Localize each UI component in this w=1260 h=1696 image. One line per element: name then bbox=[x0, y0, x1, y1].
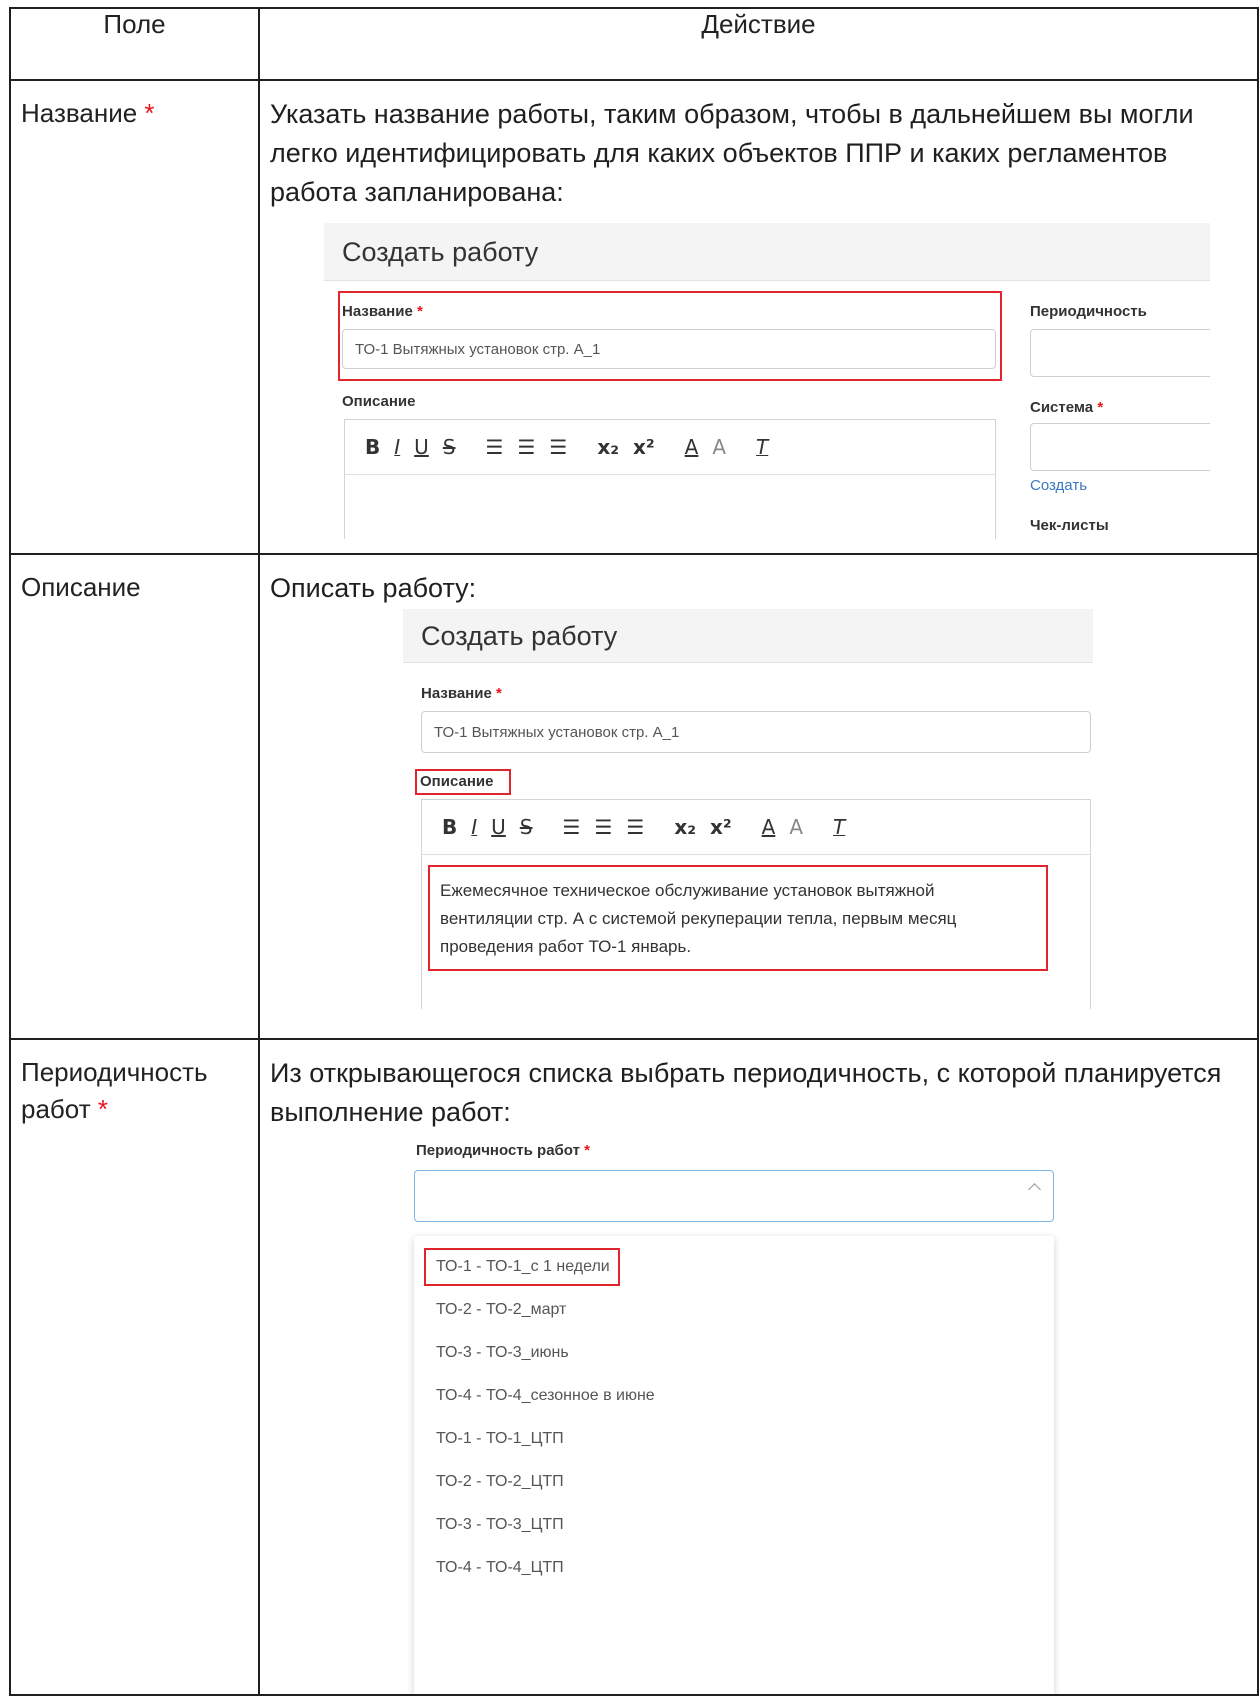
action-text: Из открывающегося списка выбрать периоди… bbox=[270, 1058, 1222, 1127]
highlight-icon[interactable]: A bbox=[789, 815, 803, 839]
checklists-label: Чек-листы bbox=[1030, 517, 1109, 534]
bullet-list-icon[interactable]: ☰ bbox=[594, 815, 612, 839]
system-label: Система * bbox=[1030, 399, 1104, 416]
action-cell: Из открывающегося списка выбрать периоди… bbox=[258, 1038, 1259, 1696]
italic-button[interactable]: I bbox=[471, 815, 477, 839]
field-cell: Описание bbox=[9, 553, 260, 1040]
list-item[interactable]: ТО-4 - ТО-4_ЦТП bbox=[436, 1559, 564, 1577]
description-editor[interactable]: Ежемесячное техническое обслуживание уст… bbox=[421, 855, 1091, 1009]
list-item[interactable]: ТО-3 - ТО-3_июнь bbox=[436, 1344, 569, 1362]
document-page: Поле Действие Название * Указать названи… bbox=[0, 0, 1260, 1696]
description-text: Ежемесячное техническое обслуживание уст… bbox=[440, 881, 957, 956]
strikethrough-button[interactable]: S bbox=[520, 815, 533, 839]
header-action: Действие bbox=[258, 7, 1259, 81]
period-select[interactable] bbox=[414, 1170, 1054, 1222]
period-select[interactable] bbox=[1030, 329, 1210, 377]
required-star: * bbox=[97, 1094, 108, 1124]
action-cell: Описать работу: Создать работу Название … bbox=[258, 553, 1259, 1040]
description-editor[interactable] bbox=[344, 475, 996, 539]
panel-title: Создать работу bbox=[324, 223, 1210, 281]
period-label: Периодичность bbox=[1030, 303, 1147, 320]
superscript-button[interactable]: x² bbox=[710, 815, 732, 839]
name-label: Название * bbox=[342, 303, 423, 320]
bullet-list-icon[interactable]: ☰ bbox=[517, 435, 535, 459]
description-label: Описание bbox=[342, 393, 416, 410]
highlight-icon[interactable]: A bbox=[712, 435, 726, 459]
list-item[interactable]: ТО-2 - ТО-2_март bbox=[436, 1301, 566, 1319]
italic-button[interactable]: I bbox=[394, 435, 400, 459]
name-label: Название * bbox=[421, 685, 502, 702]
bold-button[interactable]: B bbox=[442, 815, 457, 839]
name-input[interactable]: ТО-1 Вытяжных установок стр. А_1 bbox=[342, 329, 996, 369]
list-item[interactable]: ТО-1 - ТО-1_ЦТП bbox=[436, 1430, 564, 1448]
create-system-link[interactable]: Создать bbox=[1030, 477, 1087, 494]
required-star: * bbox=[144, 98, 155, 128]
name-input[interactable]: ТО-1 Вытяжных установок стр. А_1 bbox=[421, 711, 1091, 753]
table-header-row: Поле Действие bbox=[9, 7, 1259, 81]
action-cell: Указать название работы, таким образом, … bbox=[258, 79, 1259, 555]
strikethrough-button[interactable]: S bbox=[443, 435, 456, 459]
list-item[interactable]: ТО-1 - ТО-1_с 1 недели bbox=[436, 1258, 610, 1276]
system-select[interactable] bbox=[1030, 423, 1210, 471]
field-cell: Название * bbox=[9, 79, 260, 555]
font-color-icon[interactable]: A bbox=[685, 435, 699, 459]
field-name: Описание bbox=[21, 572, 141, 602]
action-text: Описать работу: bbox=[270, 573, 477, 603]
table-row: Описание Описать работу: Создать работу … bbox=[9, 553, 1259, 1040]
underline-button[interactable]: U bbox=[414, 435, 429, 459]
editor-toolbar: B I U S ☰ ☰ ☰ x₂ x² A A T bbox=[421, 799, 1091, 855]
list-item[interactable]: ТО-4 - ТО-4_сезонное в июне bbox=[436, 1387, 655, 1405]
header-field: Поле bbox=[9, 7, 260, 81]
field-name: Периодичность работ bbox=[21, 1057, 208, 1124]
panel-title: Создать работу bbox=[403, 609, 1093, 663]
create-work-screenshot: Создать работу Название * ТО-1 Вытяжных … bbox=[324, 223, 1210, 539]
ordered-list-icon[interactable]: ☰ bbox=[486, 435, 504, 459]
chevron-up-icon bbox=[1028, 1183, 1041, 1196]
list-item[interactable]: ТО-2 - ТО-2_ЦТП bbox=[436, 1473, 564, 1491]
period-label: Периодичность работ * bbox=[416, 1142, 590, 1159]
period-options-list: ТО-1 - ТО-1_с 1 недели ТО-2 - ТО-2_март … bbox=[414, 1236, 1054, 1693]
instruction-table: Поле Действие Название * Указать названи… bbox=[9, 7, 1259, 1696]
clear-format-icon[interactable]: T bbox=[756, 435, 768, 459]
table-row: Периодичность работ * Из открывающегося … bbox=[9, 1038, 1259, 1696]
clear-format-icon[interactable]: T bbox=[833, 815, 845, 839]
editor-toolbar: B I U S ☰ ☰ ☰ x₂ x² A A T bbox=[344, 419, 996, 475]
create-work-screenshot: Создать работу Название * ТО-1 Вытяжных … bbox=[403, 609, 1093, 1009]
action-text: Указать название работы, таким образом, … bbox=[270, 99, 1194, 207]
check-list-icon[interactable]: ☰ bbox=[626, 815, 644, 839]
check-list-icon[interactable]: ☰ bbox=[549, 435, 567, 459]
subscript-button[interactable]: x₂ bbox=[674, 815, 696, 839]
table-row: Название * Указать название работы, таки… bbox=[9, 79, 1259, 555]
ordered-list-icon[interactable]: ☰ bbox=[563, 815, 581, 839]
description-label: Описание bbox=[420, 773, 494, 790]
field-cell: Периодичность работ * bbox=[9, 1038, 260, 1696]
font-color-icon[interactable]: A bbox=[762, 815, 776, 839]
field-name: Название bbox=[21, 98, 138, 128]
subscript-button[interactable]: x₂ bbox=[597, 435, 619, 459]
list-item[interactable]: ТО-3 - ТО-3_ЦТП bbox=[436, 1516, 564, 1534]
period-dropdown-screenshot: Периодичность работ * ТО-1 - ТО-1_с 1 не… bbox=[400, 1138, 1060, 1693]
bold-button[interactable]: B bbox=[365, 435, 380, 459]
superscript-button[interactable]: x² bbox=[633, 435, 655, 459]
underline-button[interactable]: U bbox=[491, 815, 506, 839]
